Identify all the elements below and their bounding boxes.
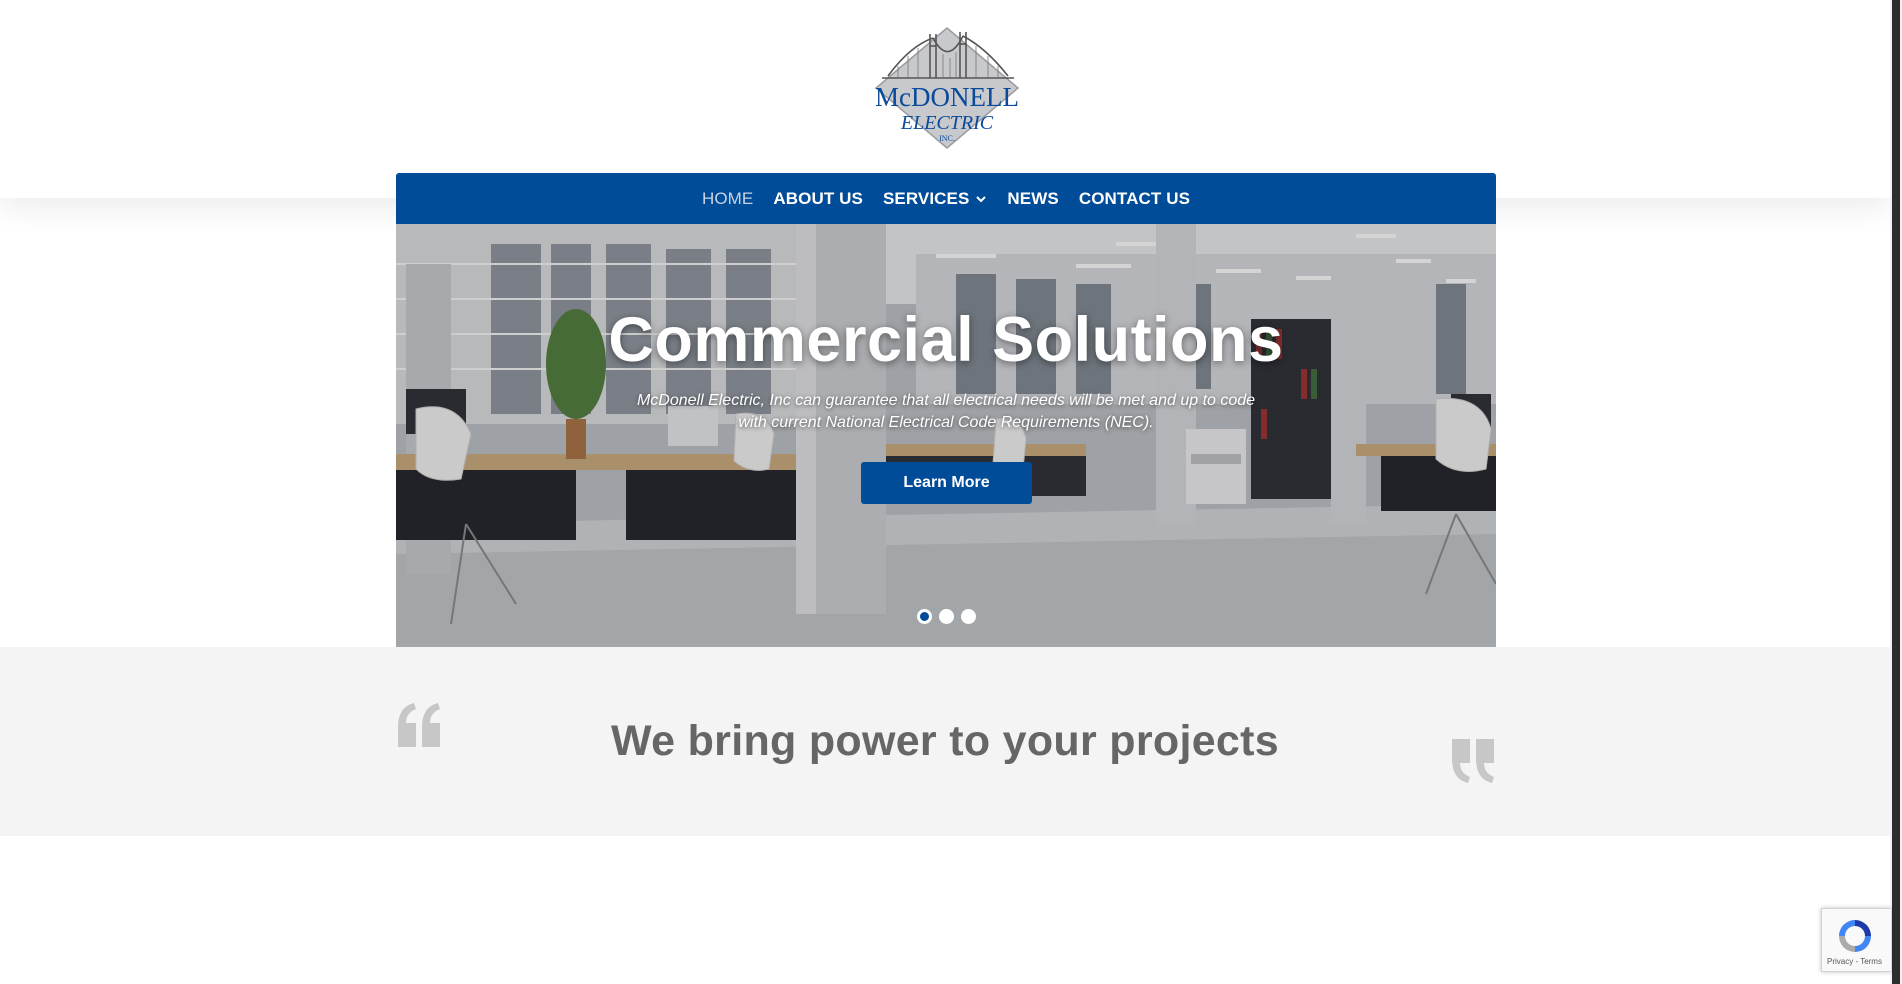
page-scrollbar[interactable] [1890, 0, 1902, 984]
nav-services-label: SERVICES [882, 188, 970, 208]
nav-home[interactable]: HOME [702, 189, 753, 209]
tagline-text: We bring power to your projects [611, 717, 1279, 765]
recaptcha-badge[interactable]: Privacy - Terms [1821, 908, 1891, 972]
nav-contact-us-label: CONTACT US [1078, 188, 1191, 208]
site-header: McDONELL ELECTRIC INC. [0, 0, 1890, 198]
tagline-section: We bring power to your projects [0, 647, 1890, 836]
main-navigation: HOME ABOUT US SERVICES NEWS CONTACT US [396, 173, 1496, 224]
logo-text-inc: INC. [939, 134, 955, 143]
logo-text-mcdonell: McDONELL [875, 82, 1019, 112]
nav-about-us[interactable]: ABOUT US [773, 189, 863, 209]
nav-services[interactable]: SERVICES [883, 189, 987, 209]
nav-about-us-label: ABOUT US [773, 188, 863, 208]
hero-title: Commercial Solutions [608, 305, 1284, 375]
logo-text-electric: ELECTRIC [900, 112, 994, 134]
recaptcha-icon [1839, 920, 1871, 952]
chevron-down-icon [976, 195, 987, 202]
hero-subtitle-line-2: with current National Electrical Code Re… [738, 414, 1154, 431]
recaptcha-links[interactable]: Privacy - Terms [1827, 957, 1882, 966]
nav-home-label: HOME [701, 188, 754, 208]
nav-news[interactable]: NEWS [1007, 189, 1058, 209]
slider-pagination [396, 609, 1496, 624]
scrollbar-thumb[interactable] [1892, 0, 1900, 984]
logo-graphic: McDONELL ELECTRIC INC. [874, 27, 1020, 149]
nav-contact-us[interactable]: CONTACT US [1079, 189, 1190, 209]
close-quote-icon [1452, 739, 1494, 783]
slide-dot-2[interactable] [938, 609, 954, 624]
nav-news-label: NEWS [1007, 188, 1059, 208]
company-logo[interactable]: McDONELL ELECTRIC INC. [868, 26, 1026, 150]
slide-dot-1[interactable] [916, 609, 932, 624]
hero-subtitle-line-1: McDonell Electric, Inc can guarantee tha… [636, 392, 1256, 409]
learn-more-button[interactable]: Learn More [861, 462, 1032, 504]
slide-dot-3[interactable] [960, 609, 976, 624]
hero-subtitle: McDonell Electric, Inc can guarantee tha… [616, 390, 1276, 434]
hero-slider: Commercial Solutions McDonell Electric, … [396, 224, 1496, 647]
hero-overlay [396, 224, 1496, 647]
page: McDONELL ELECTRIC INC. HOME ABOUT US SER… [0, 0, 1902, 984]
